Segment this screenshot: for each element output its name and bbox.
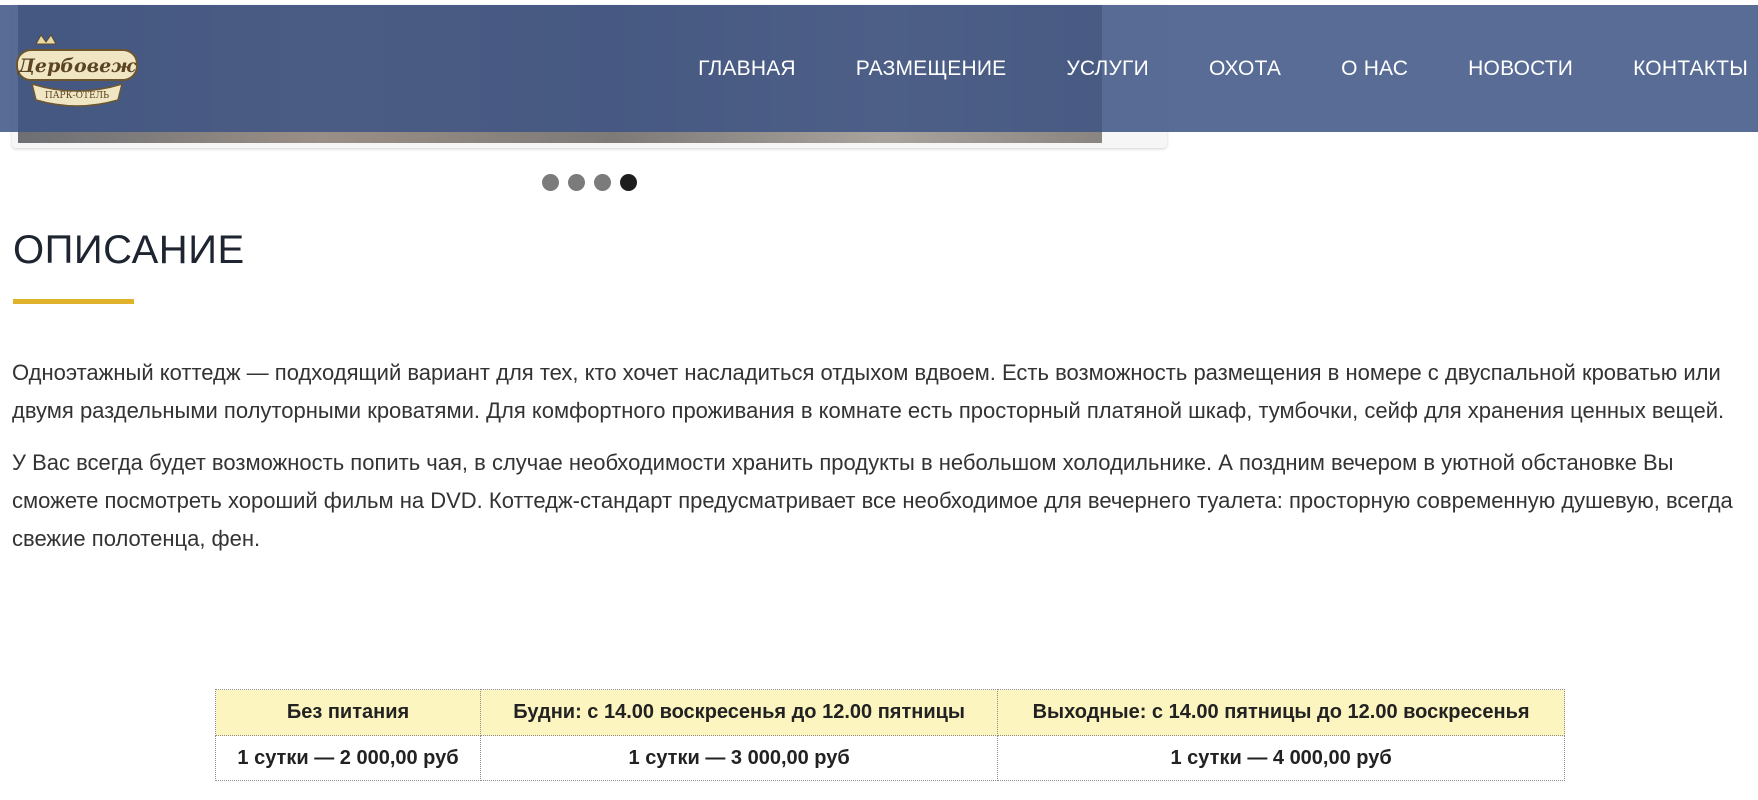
nav-item-accommodation[interactable]: РАЗМЕЩЕНИЕ — [856, 57, 1007, 81]
description-paragraph-2: У Вас всегда будет возможность попить ча… — [12, 450, 1733, 551]
section-heading: ОПИСАНИЕ — [13, 228, 245, 272]
nav-item-news[interactable]: НОВОСТИ — [1468, 57, 1573, 81]
price-table: Без питания Будни: с 14.00 воскресенья д… — [214, 689, 1565, 781]
price-cell-no-meals: 1 сутки — 2 000,00 руб — [214, 735, 482, 781]
logo-name: Дербовеж — [17, 55, 137, 77]
price-table-row: 1 сутки — 2 000,00 руб 1 сутки — 3 000,0… — [214, 735, 1565, 781]
slider-dot-3[interactable] — [594, 174, 611, 191]
nav-item-home[interactable]: ГЛАВНАЯ — [698, 57, 796, 81]
hotel-logo[interactable]: Дербовеж ПАРК-ОТЕЛЬ — [14, 32, 140, 112]
slider-dot-4-active[interactable] — [620, 174, 637, 191]
nav-item-about[interactable]: О НАС — [1341, 57, 1408, 81]
price-table-header-row: Без питания Будни: с 14.00 воскресенья д… — [214, 689, 1565, 736]
slider-pagination — [542, 174, 646, 191]
site-header: Дербовеж ПАРК-ОТЕЛЬ ГЛАВНАЯ РАЗМЕЩЕНИЕ У… — [0, 5, 1758, 132]
price-cell-weekdays: 1 сутки — 3 000,00 руб — [480, 735, 999, 781]
main-nav: ГЛАВНАЯ РАЗМЕЩЕНИЕ УСЛУГИ ОХОТА О НАС НО… — [638, 5, 1748, 132]
slider-dot-1[interactable] — [542, 174, 559, 191]
heading-underline — [13, 299, 134, 304]
price-cell-weekend: 1 сутки — 4 000,00 руб — [997, 735, 1565, 781]
logo-subtitle: ПАРК-ОТЕЛЬ — [45, 91, 109, 101]
nav-item-services[interactable]: УСЛУГИ — [1066, 57, 1149, 81]
price-header-weekend: Выходные: с 14.00 пятницы до 12.00 воскр… — [997, 689, 1565, 736]
price-header-no-meals: Без питания — [214, 689, 482, 736]
description-paragraph-1: Одноэтажный коттедж — подходящий вариант… — [12, 360, 1725, 423]
price-header-weekdays: Будни: с 14.00 воскресенья до 12.00 пятн… — [480, 689, 999, 736]
description-text: Одноэтажный коттедж — подходящий вариант… — [12, 354, 1754, 572]
slider-dot-2[interactable] — [568, 174, 585, 191]
nav-item-hunting[interactable]: ОХОТА — [1209, 57, 1281, 81]
nav-item-contacts[interactable]: КОНТАКТЫ — [1633, 57, 1748, 81]
